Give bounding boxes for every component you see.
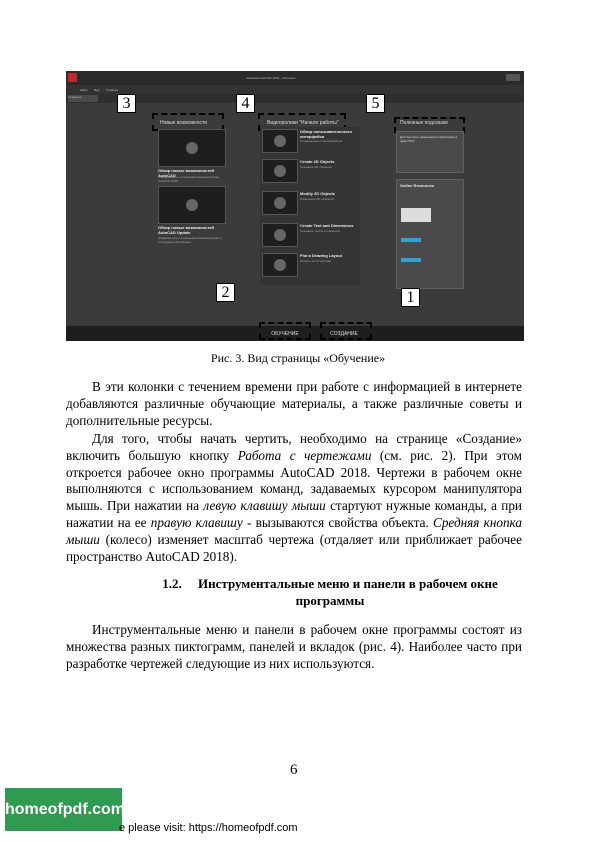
tip-text: Для быстрого размещения примитивов в фай… [400,135,458,143]
play-icon [274,229,286,241]
getting-started-panel: Обзор пользовательского интерфейса Ознак… [260,127,360,285]
menu-item-help[interactable]: Справка [106,88,118,92]
video-title[interactable]: Обзор новых возможностей AutoCAD Update [158,225,228,235]
play-icon [274,165,286,177]
video-thumbnail[interactable] [262,159,298,183]
p2-emph-right: правую клавишу [150,514,243,530]
resource-image[interactable] [401,208,431,222]
menu-item-view[interactable]: Вид [94,88,99,92]
p2-emph-drawings: Работа с чертежами [237,447,372,463]
window-titlebar: Autodesk AutoCAD 2018 - Обучение [66,71,524,85]
section-title-line1: Инструментальные меню и панели в рабочем… [198,576,498,591]
paragraph-1: В эти колонки с течением времени при раб… [66,379,522,428]
footer-link[interactable]: e please visit: https://homeofpdf.com [119,822,298,834]
figure-screenshot: Autodesk AutoCAD 2018 - Обучение Файл Ви… [66,71,524,341]
section-number: 1.2. [162,576,182,591]
tab-create[interactable]: Создание [68,95,98,102]
play-icon [186,142,198,154]
menu-bar: Файл Вид Справка [66,85,524,94]
online-resources-header: Online Resources [400,183,435,188]
site-logo[interactable]: homeofpdf.com [5,788,125,831]
video-title[interactable]: Plot a Drawing Layout [300,253,358,258]
callout-1: 1 [401,288,420,307]
video-thumbnail[interactable] [158,129,226,167]
autocad-logo-icon [68,73,77,82]
video-desc: Создание текста и размеров [300,229,340,233]
online-resources-panel: Online Resources [396,179,464,289]
menu-item-file[interactable]: Файл [80,88,87,92]
paragraph-2: Для того, чтобы начать чертить, необходи… [66,431,522,565]
video-desc: Изменение 2D объектов [300,197,334,201]
callout-5: 5 [366,94,385,113]
video-title[interactable]: Create Text and Dimensions [300,223,358,228]
video-title[interactable]: Обзор пользовательского интерфейса [300,129,358,139]
callout-box-1 [320,322,372,340]
callout-2: 2 [216,283,235,302]
play-icon [274,197,286,209]
video-desc: Ознакомьтесь с основными возможностями A… [158,175,219,183]
paragraph-3: Инструментальные меню и панели в рабочем… [66,622,522,671]
page-number: 6 [290,762,298,778]
p2-emph-left: левую клавишу мыши [203,498,326,514]
video-title[interactable]: Modify 2D Objects [300,191,358,196]
section-title-line2: программы [295,593,365,608]
video-desc: Создание 2D объектов [300,165,332,169]
video-title[interactable]: Create 2D Objects [300,159,358,164]
callout-4: 4 [236,94,255,113]
play-icon [274,259,286,271]
window-controls[interactable] [506,74,520,81]
autodesk-logo-icon [401,258,421,262]
p2-text: - вызываются свойства объекта. [242,514,434,530]
video-thumbnail[interactable] [262,129,298,153]
video-desc: Печать листа чертежа [300,259,331,263]
p2-text: (колесо) изменяет масштаб чертежа (отдал… [66,531,522,564]
window-title: Autodesk AutoCAD 2018 - Обучение [246,76,296,80]
video-desc: Ознакомьтесь с основными возможностями в… [158,236,222,244]
section-heading: 1.2. Инструментальные меню и панели в ра… [130,575,530,609]
video-desc: Ознакомьтесь с интерфейсом [300,139,342,143]
tip-panel: Для быстрого размещения примитивов в фай… [396,131,464,173]
callout-box-2 [259,322,311,340]
autodesk-logo-icon [401,238,421,242]
video-thumbnail[interactable] [262,253,298,277]
video-thumbnail[interactable] [158,186,226,224]
play-icon [186,199,198,211]
play-icon [274,135,286,147]
figure-caption: Рис. 3. Вид страницы «Обучение» [210,351,386,365]
video-thumbnail[interactable] [262,223,298,247]
callout-3: 3 [117,94,136,113]
video-thumbnail[interactable] [262,191,298,215]
